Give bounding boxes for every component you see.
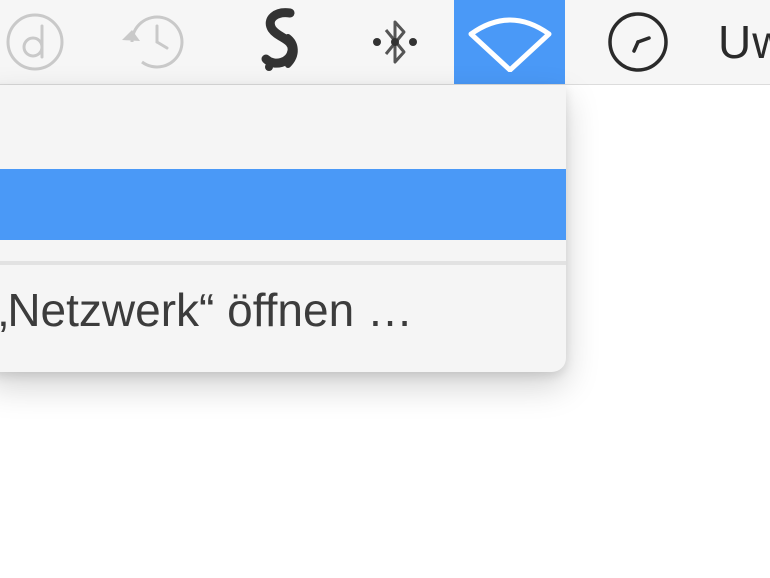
clock-icon (608, 12, 668, 72)
screen: Uw „Netzwerk“ öffnen … (0, 0, 770, 578)
menu-bar: Uw (0, 0, 770, 85)
d-circle-menu-extra[interactable] (0, 0, 70, 84)
wifi-dropdown-menu: „Netzwerk“ öffnen … (0, 85, 566, 372)
time-machine-icon (122, 15, 184, 69)
script-s-icon (261, 8, 298, 71)
d-circle-icon (6, 13, 64, 71)
open-network-preferences-item[interactable]: „Netzwerk“ öffnen … (0, 275, 566, 345)
menu-row-highlighted[interactable] (0, 169, 566, 240)
menu-separator (0, 261, 566, 265)
time-machine-menu-extra[interactable] (105, 0, 195, 84)
bluetooth-menu-extra[interactable] (360, 0, 430, 84)
menu-row[interactable] (0, 85, 566, 169)
open-network-preferences-label: „Netzwerk“ öffnen … (0, 284, 413, 336)
clock-menu-extra[interactable] (598, 0, 678, 84)
user-menu-label: Uw (718, 16, 770, 68)
script-menu-extra[interactable] (245, 0, 315, 84)
wifi-icon (468, 17, 551, 72)
wifi-menu-extra[interactable] (454, 0, 565, 84)
bluetooth-icon (373, 20, 417, 64)
user-menu[interactable]: Uw (718, 0, 770, 84)
